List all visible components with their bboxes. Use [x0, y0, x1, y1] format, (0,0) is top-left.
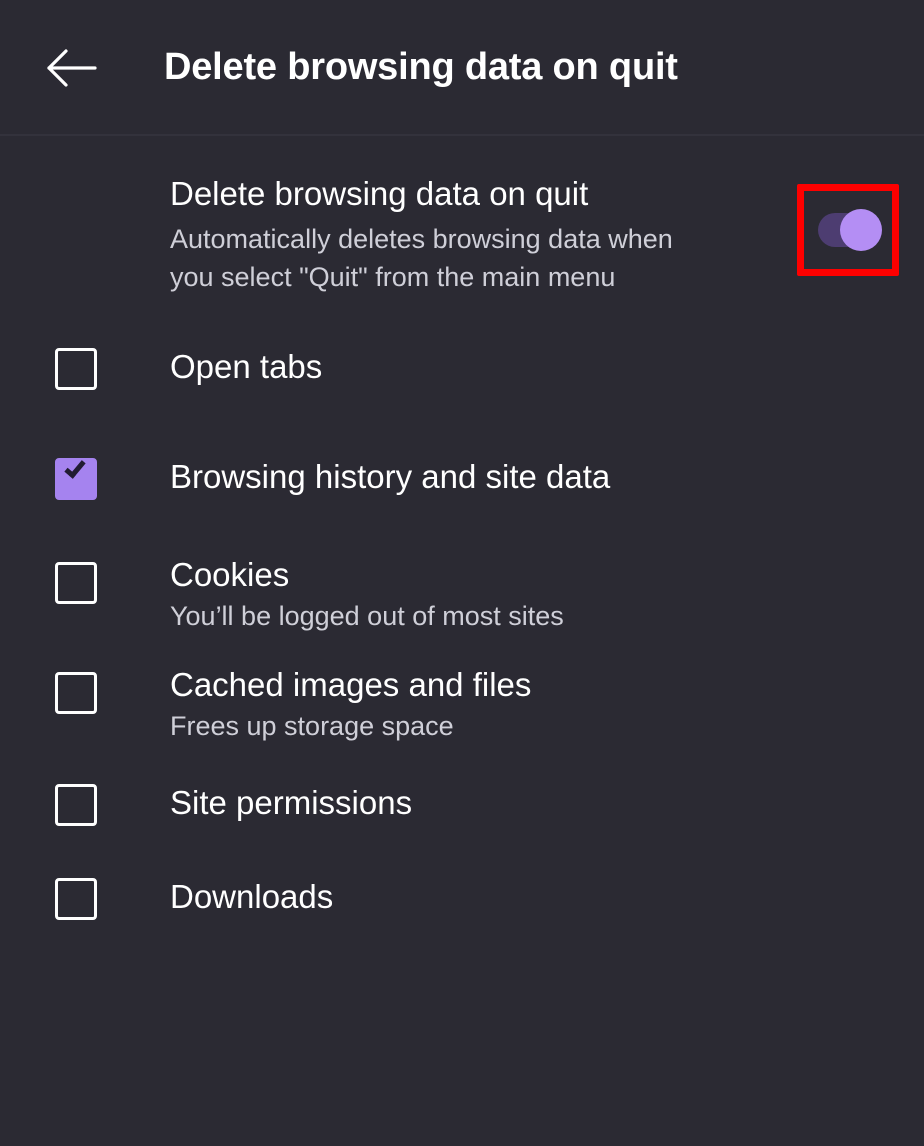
list-item-label: Downloads: [170, 878, 334, 915]
highlight-annotation-box: [797, 184, 899, 276]
list-item-label: Site permissions: [170, 784, 413, 821]
delete-on-quit-preference-row[interactable]: Delete browsing data on quit Automatical…: [0, 136, 924, 318]
list-item-cookies[interactable]: Cookies You’ll be logged out of most sit…: [0, 512, 924, 634]
data-types-list: Open tabs Browsing history and site data…: [0, 318, 924, 932]
back-button[interactable]: [40, 37, 102, 99]
list-item-text: Cookies You’ll be logged out of most sit…: [97, 554, 564, 634]
checkbox-browsing-history-and-site-data[interactable]: [55, 456, 97, 500]
app-bar: Delete browsing data on quit: [0, 0, 924, 136]
checkbox-cookies[interactable]: [55, 562, 97, 604]
preference-summary: Automatically deletes browsing data when…: [170, 224, 673, 292]
toggle-container: [772, 174, 924, 276]
list-item-text: Open tabs: [97, 346, 322, 388]
list-item-text: Browsing history and site data: [97, 456, 610, 498]
list-item-text: Downloads: [97, 876, 333, 918]
checkbox-downloads[interactable]: [55, 878, 97, 920]
list-item-text: Cached images and files Frees up storage…: [97, 664, 531, 744]
checkbox-cached-images-and-files[interactable]: [55, 672, 97, 714]
list-item-browsing-history-and-site-data[interactable]: Browsing history and site data: [0, 418, 924, 512]
list-item-downloads[interactable]: Downloads: [0, 838, 924, 932]
list-item-sublabel: Frees up storage space: [170, 711, 454, 741]
delete-on-quit-toggle[interactable]: [818, 209, 882, 251]
checkbox-open-tabs[interactable]: [55, 348, 97, 390]
arrow-left-icon: [45, 47, 97, 89]
list-item-cached-images-and-files[interactable]: Cached images and files Frees up storage…: [0, 634, 924, 744]
settings-screen: Delete browsing data on quit Delete brow…: [0, 0, 924, 1146]
list-item-site-permissions[interactable]: Site permissions: [0, 744, 924, 838]
list-item-text: Site permissions: [97, 782, 412, 824]
page-title: Delete browsing data on quit: [164, 46, 678, 89]
checkbox-site-permissions[interactable]: [55, 784, 97, 826]
toggle-thumb: [840, 209, 882, 251]
list-item-open-tabs[interactable]: Open tabs: [0, 324, 924, 418]
list-item-label: Cookies: [170, 556, 290, 593]
list-item-label: Browsing history and site data: [170, 458, 611, 495]
check-icon: [64, 456, 86, 479]
list-item-label: Cached images and files: [170, 666, 532, 703]
preference-text-block: Delete browsing data on quit Automatical…: [0, 174, 772, 296]
preference-title: Delete browsing data on quit: [170, 175, 589, 212]
list-item-label: Open tabs: [170, 348, 323, 385]
list-item-sublabel: You’ll be logged out of most sites: [170, 601, 564, 631]
